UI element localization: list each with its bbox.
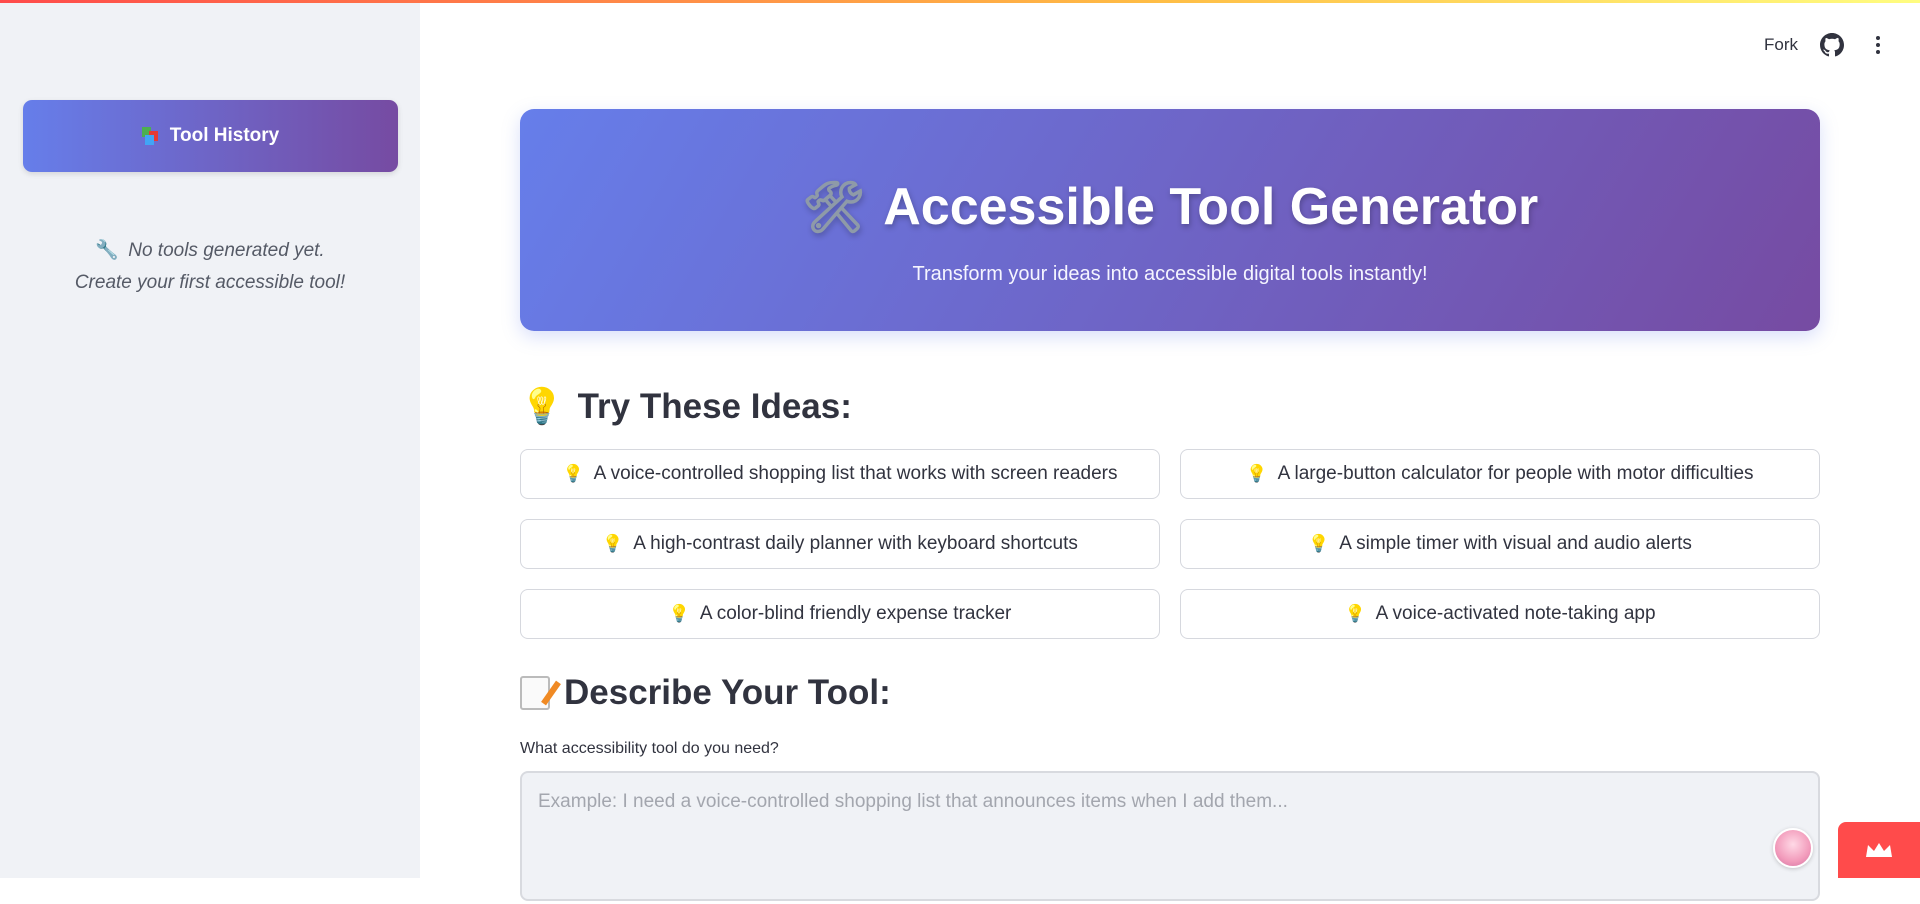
top-decoration-bar: [0, 0, 1920, 3]
ideas-heading-text: Try These Ideas:: [577, 386, 852, 426]
tool-history-button[interactable]: Tool History: [23, 100, 398, 172]
empty-history-line2: Create your first accessible tool!: [74, 272, 346, 293]
empty-history-line1: No tools generated yet.: [128, 240, 325, 261]
ideas-heading: 💡 Try These Ideas:: [520, 386, 852, 427]
streamlit-badge[interactable]: [1838, 822, 1920, 878]
idea-button-label: A voice-controlled shopping list that wo…: [593, 463, 1118, 484]
avatar[interactable]: [1773, 828, 1813, 868]
tool-description-input[interactable]: [522, 773, 1818, 899]
empty-history-message: 🔧 No tools generated yet. Create your fi…: [0, 235, 420, 299]
idea-button[interactable]: 💡 A voice-activated note-taking app: [1180, 589, 1820, 639]
page-subtitle: Transform your ideas into accessible dig…: [912, 263, 1428, 285]
light-bulb-icon: 💡: [1344, 604, 1366, 623]
tool-description-label: What accessibility tool do you need?: [520, 740, 779, 757]
github-icon[interactable]: [1820, 33, 1844, 57]
books-icon: [141, 127, 162, 145]
light-bulb-icon: 💡: [602, 534, 624, 553]
hero-title-row: 🛠 Accessible Tool Generator: [520, 177, 1820, 237]
idea-button-label: A high-contrast daily planner with keybo…: [633, 533, 1078, 554]
idea-button[interactable]: 💡 A color-blind friendly expense tracker: [520, 589, 1160, 639]
memo-icon: [520, 676, 550, 710]
light-bulb-icon: 💡: [1246, 464, 1268, 483]
tool-history-label: Tool History: [169, 125, 280, 146]
more-vertical-icon[interactable]: [1866, 33, 1890, 57]
page-title: Accessible Tool Generator: [883, 178, 1539, 236]
idea-button-label: A large-button calculator for people wit…: [1277, 463, 1754, 484]
sidebar: Tool History 🔧 No tools generated yet. C…: [0, 0, 420, 878]
light-bulb-icon: 💡: [562, 464, 584, 483]
idea-button[interactable]: 💡 A high-contrast daily planner with key…: [520, 519, 1160, 569]
hero-banner: 🛠 Accessible Tool Generator Transform yo…: [520, 109, 1820, 331]
light-bulb-icon: 💡: [668, 604, 690, 623]
light-bulb-icon: 💡: [1308, 534, 1330, 553]
idea-button[interactable]: 💡 A large-button calculator for people w…: [1180, 449, 1820, 499]
idea-button-label: A color-blind friendly expense tracker: [699, 603, 1012, 624]
describe-heading: Describe Your Tool:: [520, 673, 891, 713]
hammer-and-wrench-icon: 🛠: [801, 178, 866, 235]
idea-button[interactable]: 💡 A simple timer with visual and audio a…: [1180, 519, 1820, 569]
main-content: 🛠 Accessible Tool Generator Transform yo…: [520, 0, 1820, 901]
crown-icon: [1866, 843, 1892, 857]
idea-button-label: A simple timer with visual and audio ale…: [1339, 533, 1692, 554]
describe-heading-text: Describe Your Tool:: [564, 673, 891, 712]
light-bulb-icon: 💡: [520, 387, 564, 426]
tool-description-container: [520, 771, 1820, 901]
idea-button[interactable]: 💡 A voice-controlled shopping list that …: [520, 449, 1160, 499]
wrench-icon: 🔧: [95, 240, 119, 261]
idea-button-label: A voice-activated note-taking app: [1375, 603, 1656, 624]
